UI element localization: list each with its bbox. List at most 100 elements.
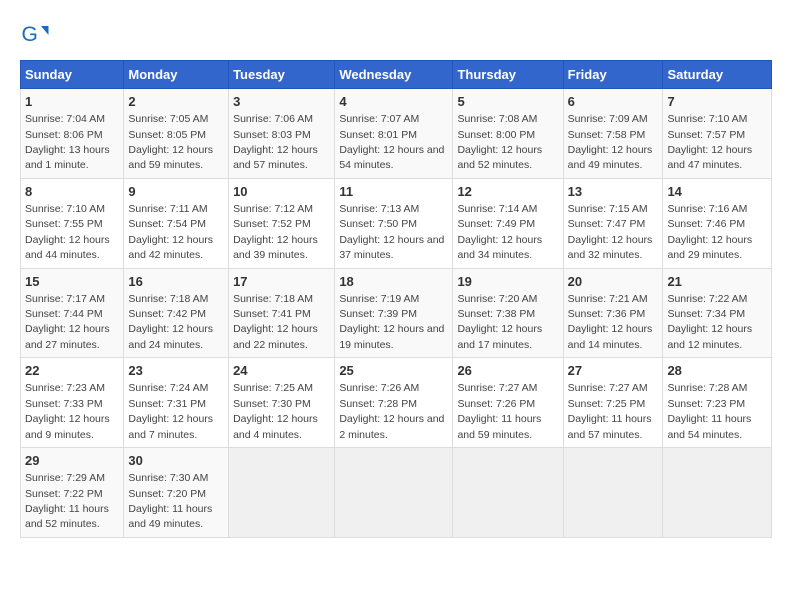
table-cell: 22 Sunrise: 7:23 AMSunset: 7:33 PMDayligh…: [21, 358, 124, 448]
day-info: Sunrise: 7:09 AMSunset: 7:58 PMDaylight:…: [568, 113, 653, 171]
day-info: Sunrise: 7:23 AMSunset: 7:33 PMDaylight:…: [25, 382, 110, 440]
table-cell: 2 Sunrise: 7:05 AMSunset: 8:05 PMDaylight…: [124, 89, 229, 179]
day-info: Sunrise: 7:27 AMSunset: 7:26 PMDaylight:…: [457, 382, 541, 440]
day-number: 13: [568, 183, 659, 201]
day-number: 28: [667, 362, 767, 380]
day-number: 3: [233, 93, 330, 111]
day-info: Sunrise: 7:04 AMSunset: 8:06 PMDaylight:…: [25, 113, 110, 171]
day-info: Sunrise: 7:10 AMSunset: 7:57 PMDaylight:…: [667, 113, 752, 171]
table-cell: 1 Sunrise: 7:04 AMSunset: 8:06 PMDaylight…: [21, 89, 124, 179]
table-cell: 10Sunrise: 7:12 AMSunset: 7:52 PMDayligh…: [229, 178, 335, 268]
col-tuesday: Tuesday: [229, 61, 335, 89]
table-cell: 25 Sunrise: 7:26 AMSunset: 7:28 PMDayligh…: [335, 358, 453, 448]
page-header: G: [20, 20, 772, 50]
day-number: 22: [25, 362, 119, 380]
day-number: 1: [25, 93, 119, 111]
table-cell: 15 Sunrise: 7:17 AMSunset: 7:44 PMDayligh…: [21, 268, 124, 358]
table-cell: 7 Sunrise: 7:10 AMSunset: 7:57 PMDaylight…: [663, 89, 772, 179]
day-number: 23: [128, 362, 224, 380]
table-cell: 5Sunrise: 7:08 AMSunset: 8:00 PMDaylight…: [453, 89, 563, 179]
day-info: Sunrise: 7:18 AMSunset: 7:41 PMDaylight:…: [233, 293, 318, 351]
table-cell: 3Sunrise: 7:06 AMSunset: 8:03 PMDaylight…: [229, 89, 335, 179]
day-number: 24: [233, 362, 330, 380]
day-info: Sunrise: 7:20 AMSunset: 7:38 PMDaylight:…: [457, 293, 542, 351]
day-info: Sunrise: 7:10 AMSunset: 7:55 PMDaylight:…: [25, 203, 110, 261]
col-friday: Friday: [563, 61, 663, 89]
header-row: Sunday Monday Tuesday Wednesday Thursday…: [21, 61, 772, 89]
table-cell: 13 Sunrise: 7:15 AMSunset: 7:47 PMDayligh…: [563, 178, 663, 268]
day-number: 21: [667, 273, 767, 291]
day-number: 7: [667, 93, 767, 111]
day-number: 2: [128, 93, 224, 111]
day-info: Sunrise: 7:21 AMSunset: 7:36 PMDaylight:…: [568, 293, 653, 351]
table-cell: 14 Sunrise: 7:16 AMSunset: 7:46 PMDayligh…: [663, 178, 772, 268]
table-cell: 9 Sunrise: 7:11 AMSunset: 7:54 PMDaylight…: [124, 178, 229, 268]
table-cell: 6 Sunrise: 7:09 AMSunset: 7:58 PMDaylight…: [563, 89, 663, 179]
day-info: Sunrise: 7:28 AMSunset: 7:23 PMDaylight:…: [667, 382, 751, 440]
day-number: 12: [457, 183, 558, 201]
day-number: 29: [25, 452, 119, 470]
calendar-row: 8 Sunrise: 7:10 AMSunset: 7:55 PMDaylight…: [21, 178, 772, 268]
svg-text:G: G: [22, 23, 38, 46]
table-cell: 16 Sunrise: 7:18 AMSunset: 7:42 PMDayligh…: [124, 268, 229, 358]
table-cell: 17 Sunrise: 7:18 AMSunset: 7:41 PMDayligh…: [229, 268, 335, 358]
calendar-row: 22 Sunrise: 7:23 AMSunset: 7:33 PMDayligh…: [21, 358, 772, 448]
table-cell: [335, 448, 453, 538]
col-thursday: Thursday: [453, 61, 563, 89]
day-number: 11: [339, 183, 448, 201]
table-cell: 19 Sunrise: 7:20 AMSunset: 7:38 PMDayligh…: [453, 268, 563, 358]
day-number: 8: [25, 183, 119, 201]
table-cell: [663, 448, 772, 538]
day-info: Sunrise: 7:22 AMSunset: 7:34 PMDaylight:…: [667, 293, 752, 351]
day-info: Sunrise: 7:16 AMSunset: 7:46 PMDaylight:…: [667, 203, 752, 261]
logo: G: [20, 20, 54, 50]
day-info: Sunrise: 7:30 AMSunset: 7:20 PMDaylight:…: [128, 472, 212, 530]
day-info: Sunrise: 7:17 AMSunset: 7:44 PMDaylight:…: [25, 293, 110, 351]
day-info: Sunrise: 7:13 AMSunset: 7:50 PMDaylight:…: [339, 203, 444, 261]
day-number: 9: [128, 183, 224, 201]
day-number: 4: [339, 93, 448, 111]
day-info: Sunrise: 7:24 AMSunset: 7:31 PMDaylight:…: [128, 382, 213, 440]
day-number: 25: [339, 362, 448, 380]
day-number: 14: [667, 183, 767, 201]
table-cell: 29Sunrise: 7:29 AMSunset: 7:22 PMDayligh…: [21, 448, 124, 538]
day-info: Sunrise: 7:14 AMSunset: 7:49 PMDaylight:…: [457, 203, 542, 261]
table-cell: 12 Sunrise: 7:14 AMSunset: 7:49 PMDayligh…: [453, 178, 563, 268]
table-cell: 26Sunrise: 7:27 AMSunset: 7:26 PMDayligh…: [453, 358, 563, 448]
day-number: 18: [339, 273, 448, 291]
day-info: Sunrise: 7:25 AMSunset: 7:30 PMDaylight:…: [233, 382, 318, 440]
day-number: 6: [568, 93, 659, 111]
table-cell: 28 Sunrise: 7:28 AMSunset: 7:23 PMDayligh…: [663, 358, 772, 448]
day-info: Sunrise: 7:15 AMSunset: 7:47 PMDaylight:…: [568, 203, 653, 261]
calendar-row: 1 Sunrise: 7:04 AMSunset: 8:06 PMDaylight…: [21, 89, 772, 179]
day-number: 20: [568, 273, 659, 291]
day-number: 16: [128, 273, 224, 291]
col-monday: Monday: [124, 61, 229, 89]
col-saturday: Saturday: [663, 61, 772, 89]
day-info: Sunrise: 7:05 AMSunset: 8:05 PMDaylight:…: [128, 113, 213, 171]
day-info: Sunrise: 7:12 AMSunset: 7:52 PMDaylight:…: [233, 203, 318, 261]
day-number: 17: [233, 273, 330, 291]
table-cell: 11 Sunrise: 7:13 AMSunset: 7:50 PMDayligh…: [335, 178, 453, 268]
table-cell: 8 Sunrise: 7:10 AMSunset: 7:55 PMDaylight…: [21, 178, 124, 268]
table-cell: [229, 448, 335, 538]
day-number: 15: [25, 273, 119, 291]
calendar-row: 29Sunrise: 7:29 AMSunset: 7:22 PMDayligh…: [21, 448, 772, 538]
table-cell: 30 Sunrise: 7:30 AMSunset: 7:20 PMDayligh…: [124, 448, 229, 538]
table-cell: [453, 448, 563, 538]
day-info: Sunrise: 7:18 AMSunset: 7:42 PMDaylight:…: [128, 293, 213, 351]
day-info: Sunrise: 7:26 AMSunset: 7:28 PMDaylight:…: [339, 382, 444, 440]
table-cell: 27Sunrise: 7:27 AMSunset: 7:25 PMDayligh…: [563, 358, 663, 448]
day-number: 30: [128, 452, 224, 470]
table-cell: 20 Sunrise: 7:21 AMSunset: 7:36 PMDayligh…: [563, 268, 663, 358]
col-wednesday: Wednesday: [335, 61, 453, 89]
table-cell: 24 Sunrise: 7:25 AMSunset: 7:30 PMDayligh…: [229, 358, 335, 448]
day-number: 19: [457, 273, 558, 291]
day-info: Sunrise: 7:07 AMSunset: 8:01 PMDaylight:…: [339, 113, 444, 171]
day-info: Sunrise: 7:11 AMSunset: 7:54 PMDaylight:…: [128, 203, 213, 261]
day-number: 5: [457, 93, 558, 111]
calendar-row: 15 Sunrise: 7:17 AMSunset: 7:44 PMDayligh…: [21, 268, 772, 358]
table-cell: 18Sunrise: 7:19 AMSunset: 7:39 PMDayligh…: [335, 268, 453, 358]
day-info: Sunrise: 7:27 AMSunset: 7:25 PMDaylight:…: [568, 382, 652, 440]
logo-icon: G: [20, 20, 50, 50]
